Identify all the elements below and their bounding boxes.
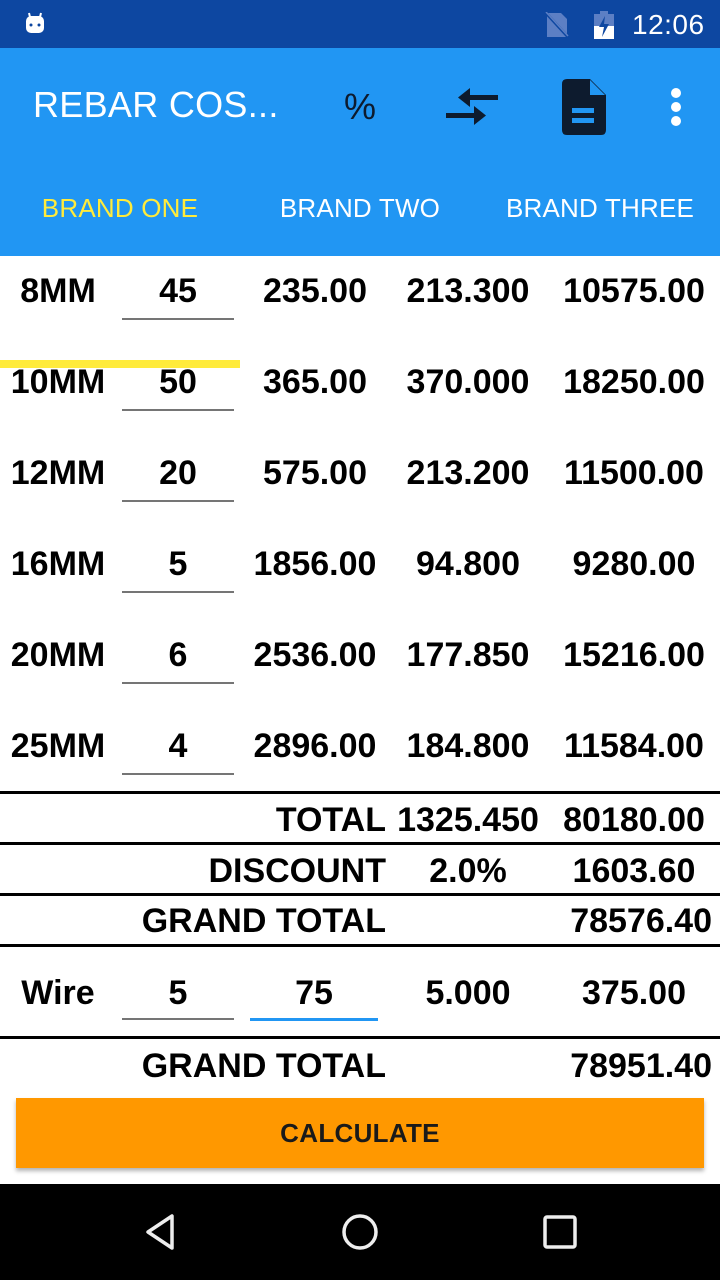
compare-arrows-icon [446,88,498,125]
tab-brand-three[interactable]: BRAND THREE [480,160,720,256]
unit-price: 1856.00 [253,545,377,583]
back-icon [146,1214,174,1250]
clock: 12:06 [632,9,705,40]
amount: 15216.00 [563,636,705,674]
rebar-size: 8MM [20,272,96,310]
amount: 11584.00 [564,727,704,765]
quantity-input[interactable]: 4 [122,727,234,766]
grand-total-value: 78576.40 [570,902,712,940]
more-vert-icon [671,88,681,126]
navigation-bar [0,1184,720,1280]
divider [0,944,720,947]
wire-price-input[interactable]: 75 [250,974,378,1013]
unit-price: 2896.00 [253,727,377,765]
final-grand-total-label: GRAND TOTAL [141,1047,386,1085]
total-amount: 80180.00 [563,801,705,839]
percent-icon: % [343,86,376,127]
input-underline [122,682,234,684]
wire-label: Wire [21,974,95,1012]
rebar-size: 12MM [10,454,106,492]
home-button[interactable] [332,1204,388,1260]
weight: 94.800 [416,545,520,583]
table-row: 8MM 45 235.00 213.300 10575.00 [0,256,720,346]
rebar-size: 16MM [10,545,106,583]
calculate-button[interactable]: CALCULATE [16,1098,704,1168]
divider [0,842,720,845]
brand-tabs: BRAND ONE BRAND TWO BRAND THREE [0,160,720,368]
overflow-menu-button[interactable] [641,72,711,142]
wire-quantity-input[interactable]: 5 [122,974,234,1013]
wire-weight: 5.000 [425,974,511,1012]
input-underline [122,591,234,593]
table-row: 12MM 20 575.00 213.200 11500.00 [0,438,720,528]
input-underline [122,409,234,411]
input-underline [122,500,234,502]
input-underline [122,1018,234,1020]
quantity-input[interactable]: 6 [122,636,234,675]
weight: 370.000 [406,363,530,401]
total-weight: 1325.450 [397,801,539,839]
grand-total-label: GRAND TOTAL [141,902,386,940]
status-bar: 12:06 [0,0,720,48]
total-label: TOTAL [275,801,386,839]
tab-brand-two[interactable]: BRAND TWO [240,160,480,256]
amount: 9280.00 [572,545,696,583]
weight: 213.200 [406,454,530,492]
discount-amount: 1603.60 [572,852,696,890]
table-row: 25MM 4 2896.00 184.800 11584.00 [0,711,720,801]
app-title: REBAR COS... [33,84,279,125]
table-row: 10MM 50 365.00 370.000 18250.00 [0,347,720,437]
quantity-input[interactable]: 45 [122,272,234,311]
back-button[interactable] [132,1204,188,1260]
quantity-input[interactable]: 50 [122,363,234,402]
android-notification-icon [26,12,44,33]
discount-percent-button[interactable]: % [325,72,395,142]
input-underline-focused [250,1018,378,1021]
no-sim-icon [545,12,569,38]
amount: 10575.00 [563,272,705,310]
quantity-input[interactable]: 20 [122,454,234,493]
app-bar: REBAR COS... % BRAND ONE BRAND TWO BRAND… [0,48,720,368]
weight: 213.300 [406,272,530,310]
discount-label: DISCOUNT [208,852,386,890]
tab-brand-one[interactable]: BRAND ONE [0,160,240,256]
rebar-size: 10MM [10,363,106,401]
input-underline [122,773,234,775]
table-row: 16MM 5 1856.00 94.800 9280.00 [0,529,720,619]
compare-button[interactable] [437,72,507,142]
amount: 18250.00 [563,363,705,401]
unit-price: 235.00 [263,272,367,310]
recents-button[interactable] [532,1204,588,1260]
wire-amount: 375.00 [582,974,686,1012]
table-row: 20MM 6 2536.00 177.850 15216.00 [0,620,720,710]
divider [0,1036,720,1039]
rebar-size: 20MM [10,636,106,674]
recents-icon [543,1215,577,1249]
weight: 184.800 [406,727,530,765]
report-button[interactable] [549,72,619,142]
unit-price: 365.00 [263,363,367,401]
quantity-input[interactable]: 5 [122,545,234,584]
divider [0,893,720,896]
discount-percent: 2.0% [429,852,507,890]
final-grand-total-value: 78951.40 [570,1047,712,1085]
divider [0,791,720,794]
input-underline [122,318,234,320]
unit-price: 575.00 [263,454,367,492]
weight: 177.850 [406,636,530,674]
home-icon [342,1214,378,1250]
amount: 11500.00 [564,454,704,492]
battery-charging-icon [594,11,614,39]
document-icon [562,79,606,135]
unit-price: 2536.00 [253,636,377,674]
rebar-size: 25MM [10,727,106,765]
